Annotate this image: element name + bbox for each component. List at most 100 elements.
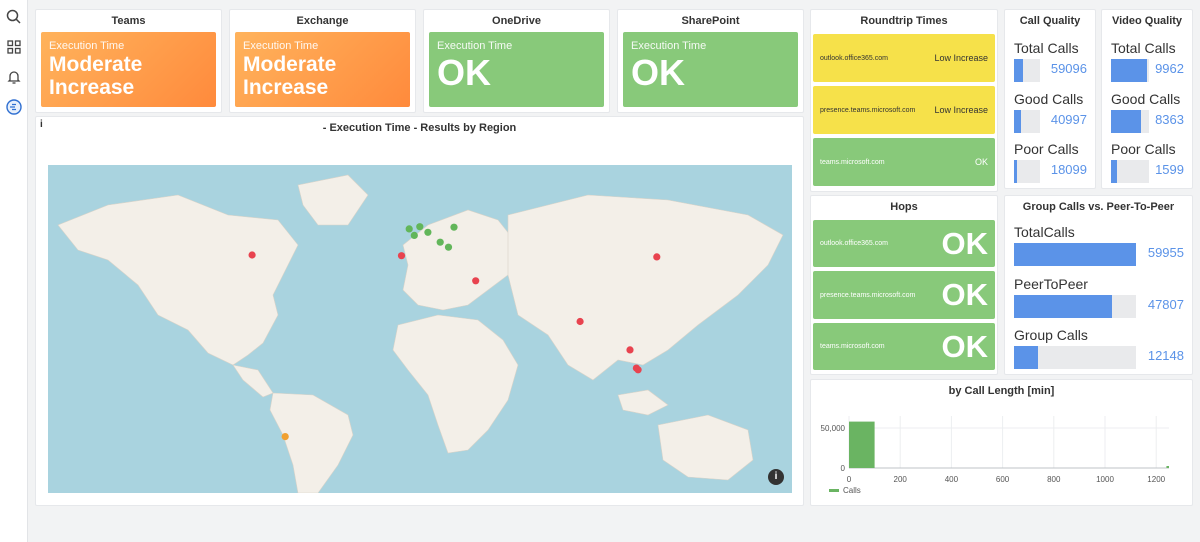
map-point-red[interactable] xyxy=(626,346,634,354)
onedrive-status-value: OK xyxy=(437,52,491,93)
greenland xyxy=(297,174,369,226)
call-quality-total: Total Calls 59096 xyxy=(1014,40,1087,82)
metric-bar-fill xyxy=(1111,160,1117,183)
map-info-button[interactable]: i xyxy=(768,469,784,485)
map-point-green[interactable] xyxy=(424,228,432,236)
south-america xyxy=(269,392,354,493)
metric-label: Group Calls xyxy=(1014,327,1088,343)
bell-icon[interactable] xyxy=(5,68,23,86)
metric-label: Total Calls xyxy=(1111,40,1176,56)
metric-bar-fill xyxy=(1014,59,1024,82)
exchange-status-label: Execution Time xyxy=(243,40,319,52)
group-calls-group: Group Calls 12148 xyxy=(1014,327,1184,369)
exchange-status-tile[interactable]: Execution Time Moderate Increase xyxy=(235,32,410,107)
map-panel: i - Execution Time - Results by Region i xyxy=(35,116,804,506)
map-point-green[interactable] xyxy=(436,238,444,246)
group-calls-title: Group Calls vs. Peer-To-Peer xyxy=(1022,201,1175,213)
sharepoint-status-tile[interactable]: Execution Time OK xyxy=(623,32,798,107)
hops-status: OK xyxy=(941,277,989,312)
call-quality-title: Call Quality xyxy=(1019,15,1081,27)
sharepoint-title: SharePoint xyxy=(681,15,740,27)
grid-icon[interactable] xyxy=(5,38,23,56)
call-quality-good: Good Calls 40997 xyxy=(1014,91,1087,133)
chart-y-tick-label: 0 xyxy=(841,464,846,473)
search-icon[interactable] xyxy=(5,8,23,26)
hops-host: outlook.office365.com xyxy=(820,240,888,247)
metric-bar-fill xyxy=(1014,295,1112,318)
world-map[interactable]: i xyxy=(48,165,792,493)
video-quality-poor: Poor Calls 1599 xyxy=(1111,141,1184,183)
map-point-red[interactable] xyxy=(634,366,642,374)
chart-x-tick-label: 600 xyxy=(996,475,1010,484)
hops-host: teams.microsoft.com xyxy=(820,343,885,350)
chart-x-tick-label: 800 xyxy=(1047,475,1061,484)
map-point-red[interactable] xyxy=(472,277,480,285)
chart-bar xyxy=(849,421,875,468)
chart-x-tick-label: 200 xyxy=(894,475,908,484)
roundtrip-item-outlook[interactable]: outlook.office365.com Low Increase xyxy=(813,34,995,82)
teams-status-value: Moderate Increase xyxy=(49,53,143,99)
roundtrip-status: Low Increase xyxy=(934,105,988,115)
central-america xyxy=(232,364,274,398)
metric-value: 18099 xyxy=(1050,162,1087,177)
map-point-green[interactable] xyxy=(450,223,458,231)
video-quality-title: Video Quality xyxy=(1111,15,1183,27)
hops-status: OK xyxy=(941,328,989,364)
onedrive-panel: OneDrive Execution Time OK xyxy=(423,9,610,113)
sharepoint-status-value: OK xyxy=(631,52,685,93)
group-calls-total: TotalCalls 59955 xyxy=(1014,224,1184,266)
map-point-green[interactable] xyxy=(405,225,413,233)
metric-bar xyxy=(1014,160,1040,183)
map-point-red[interactable] xyxy=(248,251,256,259)
roundtrip-status: OK xyxy=(974,157,988,167)
map-point-green[interactable] xyxy=(410,231,418,239)
map-point-orange[interactable] xyxy=(281,433,289,441)
roundtrip-item-presence[interactable]: presence.teams.microsoft.com Low Increas… xyxy=(813,86,995,134)
app-icon[interactable] xyxy=(5,98,23,116)
hops-item-teams[interactable]: teams.microsoft.com OK xyxy=(813,323,995,370)
teams-status-tile[interactable]: Execution Time Moderate Increase xyxy=(41,32,216,107)
metric-bar-fill xyxy=(1111,59,1148,82)
world-map-canvas xyxy=(57,174,784,493)
call-quality-panel: Call Quality Total Calls 59096 Good Call… xyxy=(1004,9,1096,189)
roundtrip-host: teams.microsoft.com xyxy=(820,158,885,166)
metric-value: 59096 xyxy=(1050,61,1087,76)
video-quality-total: Total Calls 9962 xyxy=(1111,40,1184,82)
metric-bar-fill xyxy=(1014,160,1017,183)
roundtrip-title: Roundtrip Times xyxy=(860,15,948,27)
map-point-red[interactable] xyxy=(397,252,406,260)
metric-label: PeerToPeer xyxy=(1014,276,1088,292)
chart-legend-label: Calls xyxy=(843,486,861,495)
hops-item-presence[interactable]: presence.teams.microsoft.com OK xyxy=(813,271,995,319)
metric-bar xyxy=(1111,59,1149,82)
hops-item-outlook[interactable]: outlook.office365.com OK xyxy=(813,220,995,267)
video-quality-panel: Video Quality Total Calls 9962 Good Call… xyxy=(1101,9,1193,189)
map-title: - Execution Time - Results by Region xyxy=(322,122,517,134)
australia xyxy=(657,414,754,481)
hops-title: Hops xyxy=(890,201,918,213)
sharepoint-status-label: Execution Time xyxy=(631,40,707,52)
metric-label: TotalCalls xyxy=(1014,224,1075,240)
map-point-red[interactable] xyxy=(576,317,584,326)
panel-info-icon[interactable]: i xyxy=(40,119,43,130)
map-point-green[interactable] xyxy=(416,223,424,231)
roundtrip-panel: Roundtrip Times outlook.office365.com Lo… xyxy=(810,9,998,192)
group-calls-p2p: PeerToPeer 47807 xyxy=(1014,276,1184,318)
roundtrip-host: outlook.office365.com xyxy=(820,54,888,62)
metric-bar xyxy=(1014,59,1040,82)
side-rail xyxy=(0,0,28,542)
chart-x-tick-label: 1200 xyxy=(1147,475,1165,484)
map-point-green[interactable] xyxy=(444,243,453,251)
call-length-title: by Call Length [min] xyxy=(948,385,1055,397)
metric-label: Poor Calls xyxy=(1111,141,1176,157)
metric-value: 8363 xyxy=(1155,112,1184,127)
chart-x-tick-label: 1000 xyxy=(1096,475,1114,484)
chart-y-tick-label: 50,000 xyxy=(821,424,846,433)
metric-value: 59955 xyxy=(1147,245,1184,260)
land-masses xyxy=(57,174,784,493)
metric-value: 12148 xyxy=(1147,348,1184,363)
map-point-red[interactable] xyxy=(653,253,661,261)
north-america xyxy=(57,194,299,366)
roundtrip-item-teams[interactable]: teams.microsoft.com OK xyxy=(813,138,995,186)
onedrive-status-tile[interactable]: Execution Time OK xyxy=(429,32,604,107)
